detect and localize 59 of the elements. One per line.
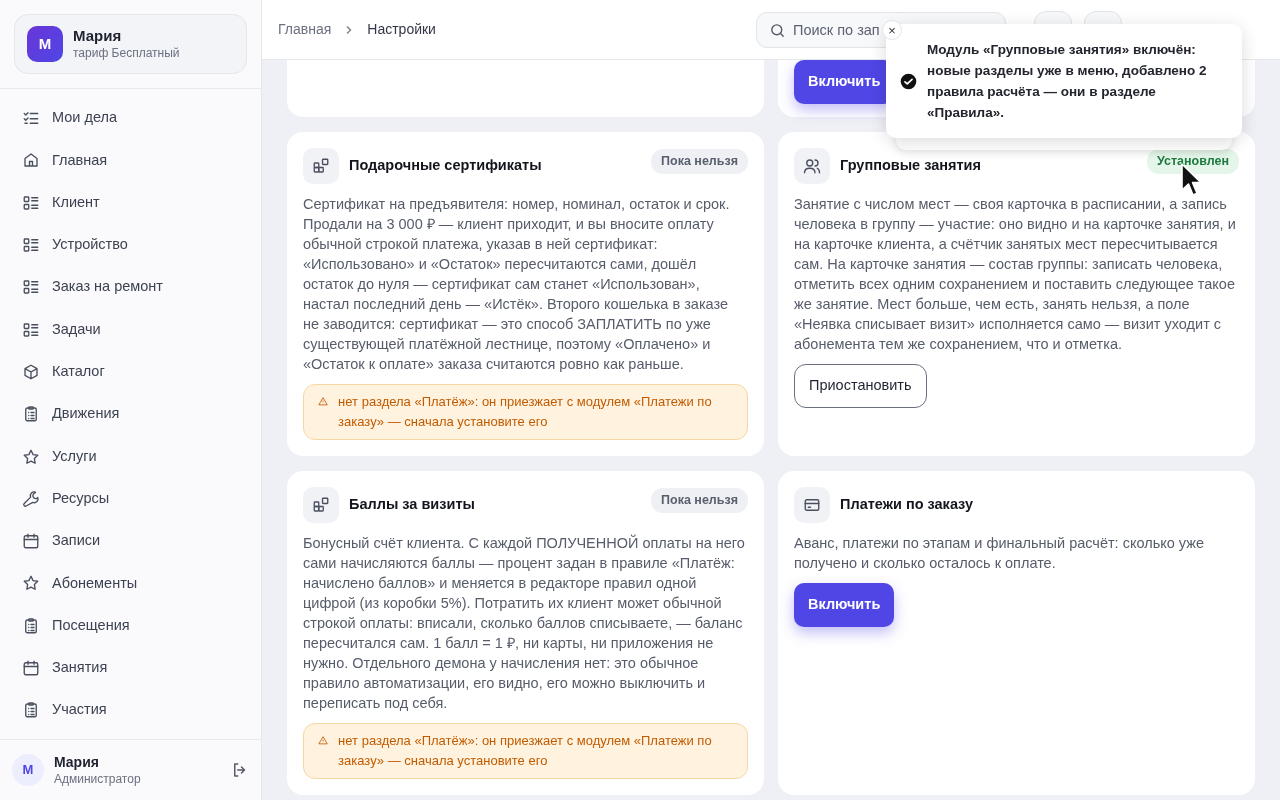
sidebar-item[interactable]: Записи — [10, 519, 251, 563]
sidebar-item[interactable]: Главная — [10, 139, 251, 182]
enable-button[interactable]: Включить — [794, 583, 895, 627]
user-role: Администратор — [54, 770, 142, 787]
sidebar-item[interactable]: Абонементы — [10, 562, 251, 605]
module-title: Подарочные сертификаты — [349, 156, 542, 176]
warning-text: нет раздела «Платёж»: он приезжает с модулем «Платежи по заказу» — сначала установите его — [338, 393, 713, 431]
star-icon — [22, 574, 40, 593]
star-icon — [22, 447, 40, 466]
module-description: Бонусный счёт клиента. С каждой ПОЛУЧЕННОЙ оплаты на него сами начисляются баллы — процент задан в правиле «Платёж: начислено баллов» и меняется в редакторе правил одной цифрой (из коробки 5%). Потратить их клиент может обычной строкой оплаты: вписали, сколько баллов списываете, — баланс пересчитался сам. 1 балл = 1 ₽, ни карты, ни приложения не нужно. Отдельного демона у начисления нет: это обычное правило автоматизации, его видно, его можно выключить и переписать под себя. — [303, 533, 746, 713]
sidebar-item[interactable]: Каталог — [10, 350, 251, 394]
module-description: Аванс, платежи по этапам и финальный расчёт: сколько уже получено и сколько осталось к оплате. — [794, 534, 1205, 573]
warning-icon — [318, 733, 329, 748]
sidebar-item[interactable]: Задачи — [10, 308, 251, 351]
sidebar-item[interactable]: Клиент — [10, 181, 251, 224]
sidebar-item[interactable]: Заказ на ремонт — [10, 266, 251, 309]
module-description: Занятие с числом мест — своя карточка в расписании, а запись человека в группу — участие: оно видно и на карточке занятия, и на карточке клиента, а счётчик занятых мест пересчитывается сам. На карточке занятия — состав группы: записать человека, отметить всех одним сохранением и поставить следующее такое же занятие. Мест больше, чем есть, занять нельзя, а поле «Неявка списывает визит» исполняется само — визит уходит с абонемента тем же сохранением, что и отметка. — [794, 195, 1237, 354]
clipboard-icon — [22, 405, 40, 424]
list-icon — [22, 278, 40, 297]
pause-button[interactable]: Приостановить — [794, 364, 927, 408]
sidebar-item[interactable]: Участия — [10, 689, 251, 732]
list-icon — [22, 320, 40, 339]
wrench-icon — [22, 489, 40, 508]
status-badge: Установлен — [1147, 149, 1239, 174]
breadcrumb-link[interactable]: Главная — [278, 19, 332, 40]
blocks-icon — [312, 157, 330, 175]
status-badge: Пока нельзя — [651, 149, 748, 174]
home-icon — [22, 151, 40, 170]
warning-icon — [318, 394, 329, 409]
blocks-icon — [312, 496, 330, 514]
module-description: Сертификат на предъявителя: номер, номинал, остаток и срок. Продали на 3 000 ₽ — клиент приходит, и вы вносите оплату обычной строкой платежа, указав в ней сертификат: «Использовано» и «Остаток» пересчитаются сами, дошёл остаток до нуля — сертификат сам станет «Использован», настал последний день — «Истёк». Второго кошелька в заказе не заводится: сертификат — это способ ЗАПЛАТИТЬ по уже существующей платёжной лестнице, поэтому «Оплачено» и «Остаток к оплате» заказа считаются ровно как раньше. — [303, 195, 731, 374]
card-icon — [803, 496, 821, 514]
clipboard-icon — [22, 616, 40, 635]
sidebar-item[interactable]: Мои дела — [10, 97, 251, 140]
calendar-icon — [22, 659, 40, 677]
box-icon — [22, 362, 40, 381]
calendar-icon — [22, 532, 40, 551]
clipboard-icon — [22, 701, 40, 720]
profile-card[interactable]: М Мария тариф Бесплатный — [14, 14, 247, 74]
sidebar-item[interactable]: Устройство — [10, 223, 251, 267]
profile-plan: тариф Бесплатный — [73, 45, 180, 61]
module-title: Групповые занятия — [840, 156, 981, 176]
sidebar-item[interactable]: Ресурсы — [10, 477, 251, 520]
people-icon — [803, 157, 821, 175]
list-icon — [22, 236, 40, 255]
status-badge: Пока нельзя — [651, 488, 748, 513]
sidebar-item[interactable]: Услуги — [10, 435, 251, 478]
sidebar-item[interactable]: Посещения — [10, 604, 251, 647]
user-name: Мария — [54, 753, 100, 771]
user-avatar: М — [12, 754, 44, 786]
sidebar-item[interactable]: Движения — [10, 393, 251, 436]
profile-avatar: М — [27, 26, 63, 62]
module-title: Баллы за визиты — [349, 495, 475, 515]
list-icon — [22, 193, 40, 212]
profile-name: Мария — [73, 27, 123, 45]
warning-text: нет раздела «Платёж»: он приезжает с модулем «Платежи по заказу» — сначала установите его — [338, 732, 713, 770]
module-title: Платежи по заказу — [840, 495, 974, 515]
sidebar-item[interactable]: Занятия — [10, 646, 251, 690]
check-icon — [900, 72, 917, 90]
